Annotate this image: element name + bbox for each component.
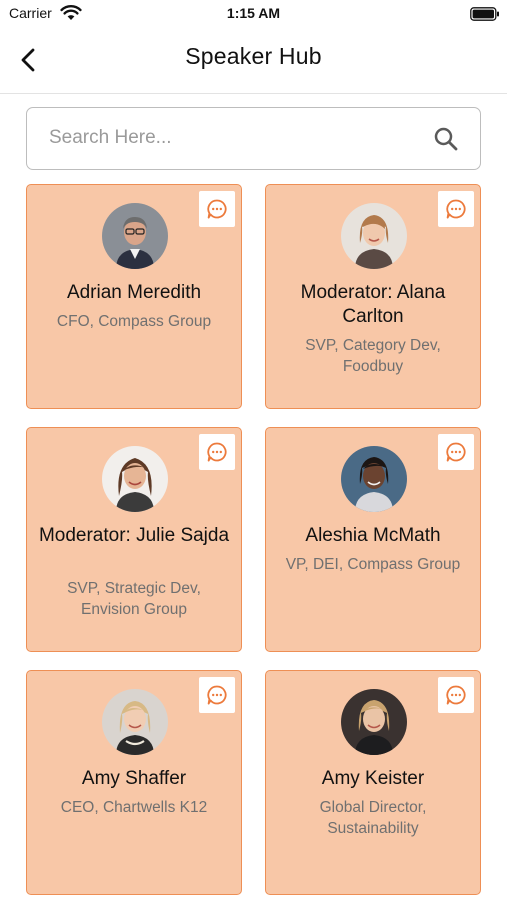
chat-bubble-icon <box>446 199 466 219</box>
speaker-name: Amy Keister <box>321 768 425 789</box>
search-input[interactable] <box>49 108 429 168</box>
avatar <box>341 203 407 269</box>
battery-icon <box>470 7 499 21</box>
speaker-name: Moderator: Julie Sajda <box>38 525 230 546</box>
search-icon[interactable] <box>433 126 459 152</box>
page-title: Speaker Hub <box>185 43 322 69</box>
chat-button[interactable] <box>199 191 235 227</box>
speaker-card-julie-sajda[interactable]: Moderator: Julie Sajda SVP, Strategic De… <box>26 427 242 652</box>
chat-bubble-icon <box>207 685 227 705</box>
speaker-title: CEO, Chartwells K12 <box>60 799 208 816</box>
search-box[interactable] <box>26 107 481 170</box>
avatar <box>102 203 168 269</box>
speaker-name: Aleshia McMath <box>305 525 441 546</box>
status-time: 1:15 AM <box>226 5 281 21</box>
speaker-card-amy-shaffer[interactable]: Amy Shaffer CEO, Chartwells K12 <box>26 670 242 895</box>
status-bar: Carrier 1:15 AM <box>0 0 507 28</box>
speaker-card-alana-carlton[interactable]: Moderator: Alana Carlton SVP, Category D… <box>265 184 481 409</box>
speaker-title: CFO, Compass Group <box>56 313 212 330</box>
speaker-title: Global Director, Sustainability <box>319 799 427 837</box>
avatar <box>102 689 168 755</box>
speaker-name: Moderator: Alana Carlton <box>300 282 446 327</box>
speaker-card-amy-keister[interactable]: Amy Keister Global Director, Sustainabil… <box>265 670 481 895</box>
chat-bubble-icon <box>446 685 466 705</box>
speaker-card-adrian-meredith[interactable]: Adrian Meredith CFO, Compass Group <box>26 184 242 409</box>
chat-button[interactable] <box>438 191 474 227</box>
chat-bubble-icon <box>207 442 227 462</box>
chat-button[interactable] <box>438 677 474 713</box>
speaker-name: Amy Shaffer <box>81 768 187 789</box>
avatar <box>341 689 407 755</box>
chat-bubble-icon <box>207 199 227 219</box>
speaker-title: SVP, Strategic Dev, Envision Group <box>67 580 201 618</box>
avatar <box>102 446 168 512</box>
chat-button[interactable] <box>199 434 235 470</box>
avatar <box>341 446 407 512</box>
nav-bar: Speaker Hub <box>0 28 507 94</box>
speaker-title: SVP, Category Dev, Foodbuy <box>305 337 441 375</box>
chat-bubble-icon <box>446 442 466 462</box>
chat-button[interactable] <box>199 677 235 713</box>
speaker-card-aleshia-mcmath[interactable]: Aleshia McMath VP, DEI, Compass Group <box>265 427 481 652</box>
chat-button[interactable] <box>438 434 474 470</box>
speaker-name: Adrian Meredith <box>66 282 202 303</box>
speaker-title: VP, DEI, Compass Group <box>285 556 461 573</box>
